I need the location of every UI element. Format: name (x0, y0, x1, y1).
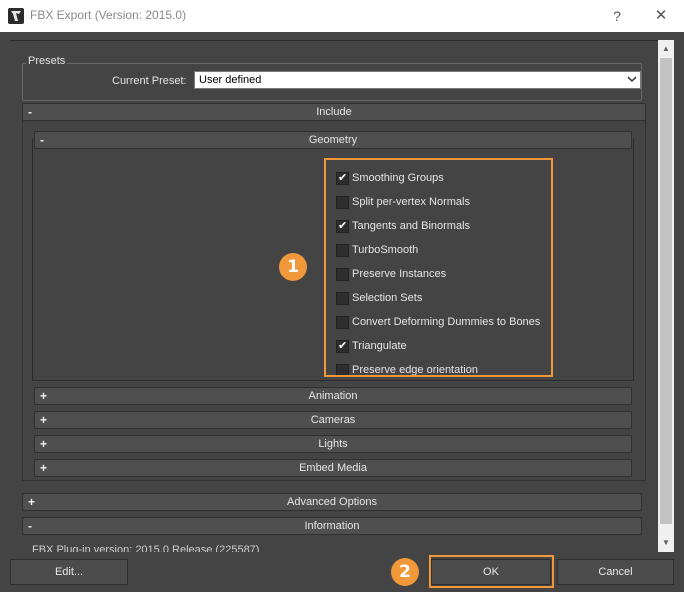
information-rollout-header[interactable]: - Information (22, 517, 642, 535)
advanced-options-rollout-header[interactable]: + Advanced Options (22, 493, 642, 511)
include-rollout-header[interactable]: - Include (22, 103, 646, 121)
annotation-badge-1: 1 (279, 253, 307, 281)
chevron-down-icon (627, 76, 637, 83)
current-preset-value: User defined (199, 74, 262, 86)
animation-rollout-header[interactable]: + Animation (34, 387, 632, 405)
information-rollout-title: Information (304, 520, 360, 532)
scroll-up-icon[interactable]: ▲ (658, 42, 674, 56)
vertical-scrollbar[interactable]: ▲ ▼ (658, 40, 674, 552)
title-bar: FBX Export (Version: 2015.0) ? ✕ (0, 0, 684, 32)
include-rollout-title: Include (316, 106, 352, 118)
geometry-rollout-header[interactable]: - Geometry (34, 131, 632, 149)
cancel-button[interactable]: Cancel (557, 559, 674, 585)
plugin-version-text: FBX Plug-in version: 2015.0 Release (225… (32, 544, 260, 552)
advanced-options-rollout-title: Advanced Options (287, 496, 377, 508)
lights-rollout-header[interactable]: + Lights (34, 435, 632, 453)
current-preset-dropdown[interactable]: User defined (194, 71, 641, 89)
window-title: FBX Export (Version: 2015.0) (30, 8, 187, 22)
embed-media-rollout-header[interactable]: + Embed Media (34, 459, 632, 477)
lights-rollout-title: Lights (318, 438, 348, 450)
scrollbar-thumb[interactable] (660, 58, 672, 524)
geometry-rollout-title: Geometry (308, 134, 358, 146)
presets-group-label: Presets (26, 55, 68, 67)
app-logo-icon (8, 8, 24, 24)
edit-button[interactable]: Edit... (10, 559, 128, 585)
current-preset-label: Current Preset: (112, 75, 187, 87)
close-button[interactable]: ✕ (650, 5, 672, 27)
cameras-rollout-header[interactable]: + Cameras (34, 411, 632, 429)
help-button[interactable]: ? (606, 5, 628, 27)
embed-media-rollout-title: Embed Media (299, 462, 367, 474)
annotation-highlight-options (324, 158, 553, 377)
animation-rollout-title: Animation (308, 390, 358, 402)
scroll-down-icon[interactable]: ▼ (658, 536, 674, 550)
annotation-highlight-ok (429, 555, 554, 588)
cameras-rollout-title: Cameras (310, 414, 356, 426)
annotation-badge-2: 2 (391, 558, 419, 586)
